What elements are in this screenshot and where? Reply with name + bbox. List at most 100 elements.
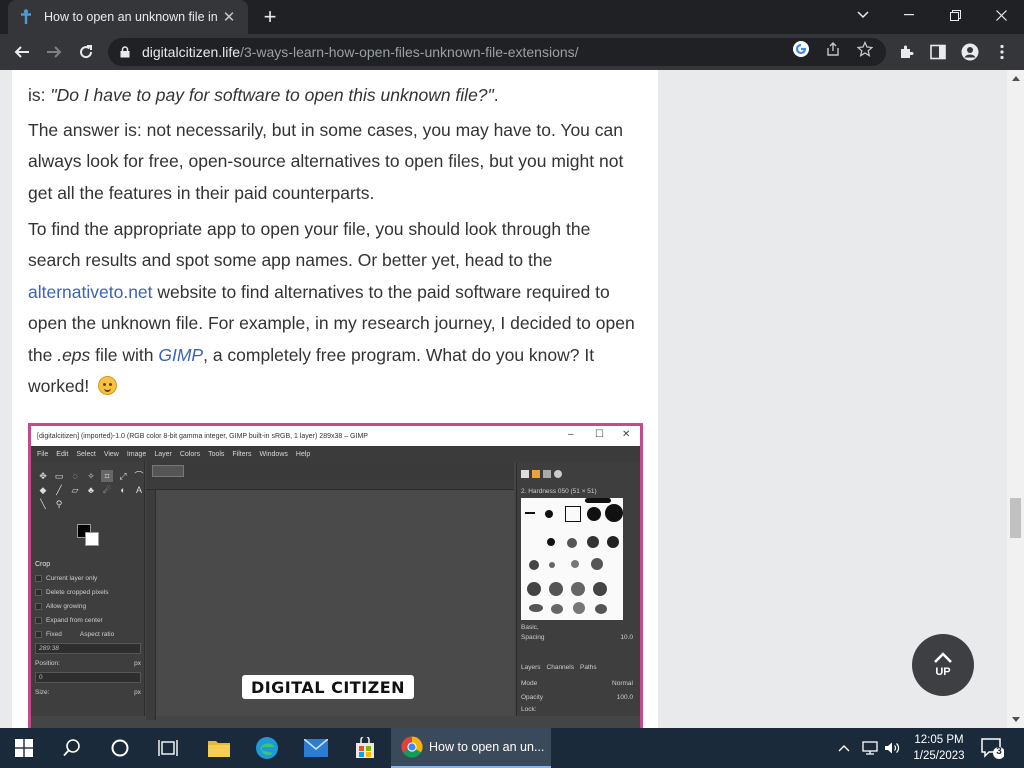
task-view-button[interactable]: [144, 728, 192, 768]
gimp-menu-item: Help: [295, 450, 311, 458]
gimp-window-image: [digitalcitizen] (imported)-1.0 (RGB col…: [31, 426, 640, 728]
size-row: Size: px: [35, 688, 141, 696]
layer-opacity-row: Opacity 100.0: [521, 694, 633, 701]
task-view-icon: [158, 740, 178, 756]
tab-close-icon[interactable]: ✕: [220, 8, 238, 26]
address-bar[interactable]: digitalcitizen.life/3-ways-learn-how-ope…: [108, 38, 886, 66]
up-label: UP: [935, 666, 951, 678]
windows-logo-icon: [15, 739, 33, 757]
new-tab-button[interactable]: +: [258, 4, 282, 29]
google-lens-icon[interactable]: [792, 40, 810, 58]
gimp-screenshot-figure: [digitalcitizen] (imported)-1.0 (RGB col…: [28, 423, 643, 728]
article-paragraph-question: is: "Do I have to pay for software to op…: [28, 85, 499, 105]
tab-title: How to open an unknown file in: [44, 10, 218, 24]
reload-button[interactable]: [72, 38, 100, 66]
scroll-down-arrow-icon[interactable]: [1007, 711, 1024, 728]
clock-date: 1/25/2023: [913, 750, 965, 762]
store-button[interactable]: [341, 728, 389, 768]
chrome-menu-icon[interactable]: [992, 42, 1012, 62]
system-clock[interactable]: 12:05 PM 1/25/2023: [900, 732, 978, 764]
mail-button[interactable]: [292, 728, 340, 768]
tool-option-row: Delete cropped pixels: [31, 585, 145, 599]
back-button[interactable]: [8, 38, 36, 66]
tool-options-panel: Crop Current layer only Delete cropped p…: [31, 558, 145, 699]
bookmark-star-icon[interactable]: [856, 40, 874, 58]
gimp-menu-item: File: [37, 450, 49, 458]
gimp-canvas-area: DIGITAL CITIZEN: [146, 462, 514, 720]
profile-avatar-icon[interactable]: [960, 42, 980, 62]
close-window-button[interactable]: [978, 0, 1024, 30]
tab-search-icon[interactable]: [840, 0, 886, 30]
fg-bg-colors: [77, 524, 103, 546]
action-center-button[interactable]: 3: [980, 736, 1005, 760]
search-icon: [63, 739, 80, 757]
chrome-task-label: How to open an un...: [429, 740, 545, 754]
edge-icon: [256, 737, 278, 759]
tab-strip: How to open an unknown file in ✕ +: [0, 0, 1024, 34]
layer-mode-row: Mode Normal: [521, 680, 633, 687]
position-row: Position: px: [35, 659, 141, 667]
rect-select-tool-icon: ▭: [54, 471, 64, 481]
article-paragraph-answer: The answer is: not necessarily, but in s…: [28, 120, 624, 203]
file-explorer-button[interactable]: [195, 728, 243, 768]
gimp-menubar: File Edit Select View Image Layer Colors Tools F…: [31, 446, 640, 462]
transform-tool-icon: ⤢: [119, 471, 127, 481]
extensions-icon[interactable]: [896, 42, 916, 62]
scrollbar-thumb[interactable]: [1010, 498, 1021, 538]
paintbrush-tool-icon: ╱: [56, 485, 62, 495]
side-panel-icon[interactable]: [928, 42, 948, 62]
scroll-up-arrow-icon[interactable]: [1007, 70, 1024, 87]
browser-tab-active[interactable]: How to open an unknown file in ✕: [8, 0, 248, 34]
clone-tool-icon: ♣: [88, 485, 94, 495]
url-text: digitalcitizen.life/3-ways-learn-how-ope…: [142, 44, 579, 60]
bucket-fill-tool-icon: ◆: [39, 485, 47, 495]
zoom-tool-icon: ⚲: [55, 499, 63, 509]
store-icon: [356, 737, 374, 758]
gimp-tool-grid: ✥ ▭ ◌ ✧ ⌗ ⤢ ⌒ ◆ ╱ ▱ ♣ ☄ ◐ A ╲ ⚲: [37, 470, 144, 510]
gimp-menu-item: View: [103, 450, 119, 458]
notification-count: 3: [996, 746, 1002, 757]
tool-option-row: Current layer only: [31, 571, 145, 585]
minimize-button[interactable]: [886, 0, 932, 30]
move-tool-icon: ✥: [39, 471, 47, 481]
lock-icon[interactable]: [118, 45, 132, 59]
dodge-tool-icon: ◐: [120, 485, 126, 495]
volume-icon[interactable]: [884, 728, 900, 768]
chrome-taskbar-item[interactable]: How to open an un...: [391, 728, 551, 768]
lasso-tool-icon: ◌: [72, 471, 78, 481]
gimp-image-tabbar: [146, 462, 514, 480]
gimp-link[interactable]: GIMP: [158, 345, 203, 365]
chevron-up-icon: [934, 652, 952, 663]
share-icon[interactable]: [824, 40, 842, 58]
chrome-icon: [401, 736, 423, 758]
gimp-toolbox: ✥ ▭ ◌ ✧ ⌗ ⤢ ⌒ ◆ ╱ ▱ ♣ ☄ ◐ A ╲ ⚲ Crop Cur…: [31, 462, 145, 716]
scroll-to-top-button[interactable]: UP: [912, 634, 974, 696]
restore-button[interactable]: [932, 0, 978, 30]
text-tool-icon: A: [135, 485, 142, 495]
edge-button[interactable]: [243, 728, 291, 768]
tool-option-row: Allow growing: [31, 599, 145, 613]
forward-button[interactable]: [40, 38, 68, 66]
search-button[interactable]: [48, 728, 96, 768]
site-favicon-icon: [18, 9, 34, 25]
network-icon[interactable]: [861, 728, 879, 768]
cortana-button[interactable]: [96, 728, 144, 768]
article-content: x is: "Do I have to pay for software to …: [12, 70, 658, 728]
clock-time: 12:05 PM: [914, 734, 964, 746]
dock-icons-row: [521, 470, 562, 478]
eraser-tool-icon: ▱: [71, 485, 79, 495]
chevron-up-tray-icon: [838, 745, 850, 752]
gimp-title-text: [digitalcitizen] (imported)-1.0 (RGB col…: [37, 432, 368, 440]
gimp-minimize-icon: –: [568, 429, 574, 440]
show-hidden-icons-button[interactable]: [838, 728, 850, 768]
gimp-ruler-horizontal: [146, 480, 514, 490]
gimp-menu-item: Edit: [56, 450, 69, 458]
browser-toolbar: digitalcitizen.life/3-ways-learn-how-ope…: [0, 34, 1024, 70]
brush-header: 2. Hardness 050 (51 × 51): [521, 488, 597, 495]
gimp-menu-item: Windows: [259, 450, 288, 458]
digital-citizen-logo: DIGITAL CITIZEN: [242, 675, 414, 699]
start-button[interactable]: [0, 728, 48, 768]
brush-preview-grid: [521, 498, 623, 620]
page-scrollbar[interactable]: [1007, 70, 1024, 728]
alternativeto-link[interactable]: alternativeto.net: [28, 282, 153, 302]
